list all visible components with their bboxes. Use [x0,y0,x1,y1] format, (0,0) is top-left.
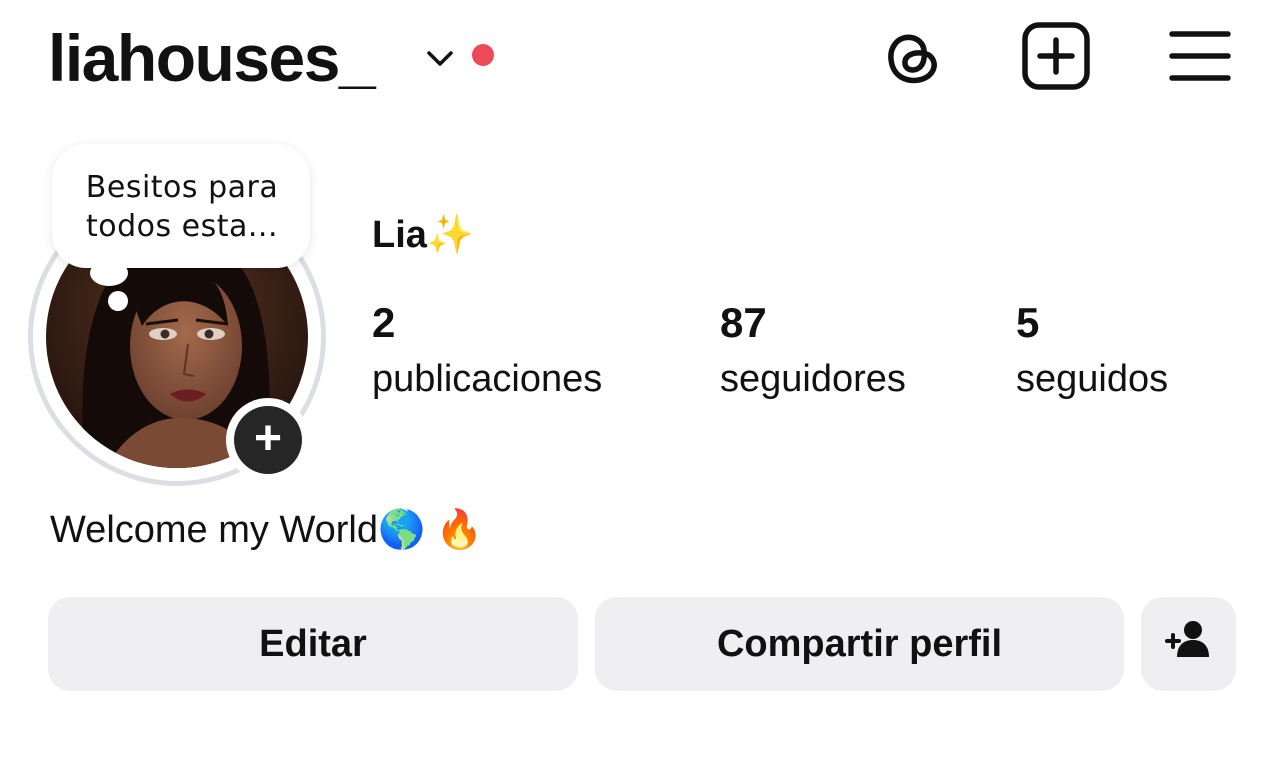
stat-followers[interactable]: 87 seguidores [720,294,906,406]
share-profile-button[interactable]: Compartir perfil [595,597,1124,691]
note-text: Besitos para todos esta... [85,170,279,244]
display-name: Lia✨ [372,214,475,256]
plus-icon[interactable]: + [234,406,302,474]
stat-following-label: seguidos [1016,358,1169,400]
stat-following[interactable]: 5 seguidos [1016,294,1168,406]
edit-profile-button[interactable]: Editar [48,597,578,691]
chevron-down-icon[interactable] [422,40,458,76]
stat-posts[interactable]: 2 publicaciones [372,294,602,406]
notification-dot [472,44,494,66]
add-person-icon [1164,619,1214,669]
note-bubble-tail [90,260,128,286]
note-bubble-tail-dot [108,291,128,311]
stat-followers-label: seguidores [720,358,906,400]
stat-following-count: 5 [1016,299,1040,346]
profile-username[interactable]: liahouses_ [48,18,376,98]
hamburger-menu-icon[interactable] [1164,20,1236,92]
profile-bio: Welcome my World🌎 🔥 [50,509,484,551]
threads-icon[interactable] [876,20,948,92]
create-post-icon[interactable] [1020,20,1092,92]
stat-posts-label: publicaciones [372,358,603,400]
discover-people-button[interactable] [1141,597,1236,691]
stat-followers-count: 87 [720,299,767,346]
stat-posts-count: 2 [372,299,396,346]
